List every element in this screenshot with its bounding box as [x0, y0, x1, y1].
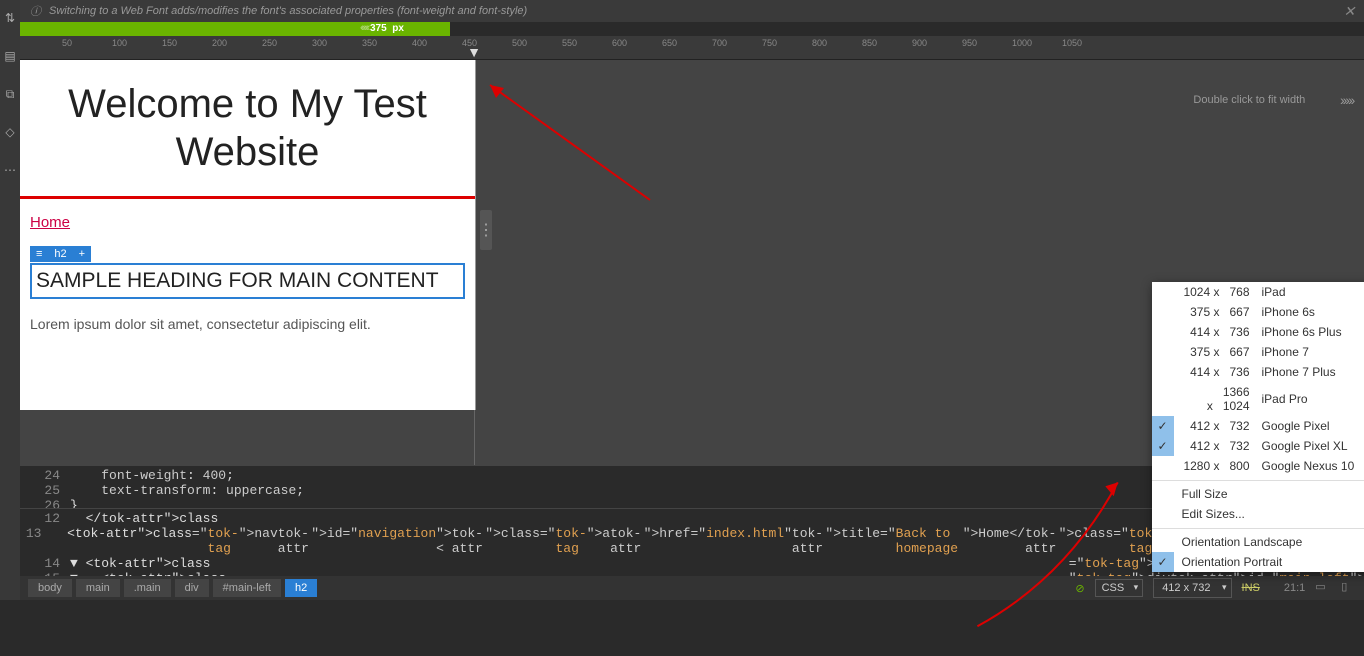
tool-icon-3[interactable]: ⧉	[0, 84, 20, 104]
divider	[20, 196, 475, 199]
ruler[interactable]: 5010015020025030035040045050055060065070…	[20, 36, 1364, 60]
breakpoint-bar[interactable]: ‹‹‹‹‹ 375 px	[20, 22, 1364, 36]
size-option[interactable]: 1024 x 768iPad	[1152, 282, 1364, 302]
home-link[interactable]: Home	[20, 214, 475, 231]
size-option[interactable]: 375 x 667iPhone 6s	[1152, 302, 1364, 322]
size-option[interactable]: 375 x 667iPhone 7	[1152, 342, 1364, 362]
size-option[interactable]: 1366 x 1024iPad Pro	[1152, 382, 1364, 416]
fit-arrows-icon[interactable]: ›››››	[1340, 92, 1353, 108]
fit-hint: Double click to fit width	[1193, 94, 1305, 106]
css-mode-dropdown[interactable]: CSS	[1095, 579, 1144, 597]
hamburger-icon[interactable]: ≡	[30, 246, 48, 262]
viewport-size-menu: 1024 x 768iPad375 x 667iPhone 6s414 x 73…	[1152, 282, 1364, 572]
info-bar: ⓘ Switching to a Web Font adds/modifies …	[20, 0, 1364, 22]
crumb-#main-left[interactable]: #main-left	[213, 579, 281, 597]
warning-icon[interactable]: INS	[1242, 582, 1260, 594]
size-option[interactable]: ✓Orientation Portrait	[1152, 552, 1364, 572]
tool-icon-2[interactable]: ▤	[0, 46, 20, 66]
check-icon[interactable]: ⊘	[1075, 582, 1084, 595]
cursor-position: 21:1	[1284, 582, 1305, 594]
plus-icon[interactable]: +	[73, 246, 91, 262]
tool-icon-1[interactable]: ⇅	[0, 8, 20, 28]
size-option[interactable]: 414 x 736iPhone 6s Plus	[1152, 322, 1364, 342]
size-option[interactable]: 414 x 736iPhone 7 Plus	[1152, 362, 1364, 382]
size-option[interactable]: ✓412 x 732Google Pixel XL	[1152, 436, 1364, 456]
tool-icon-5[interactable]: ⋯	[0, 160, 20, 180]
toolbar-icon-1[interactable]: ▭	[1315, 580, 1331, 596]
info-text: Switching to a Web Font adds/modifies th…	[49, 5, 527, 17]
selection-badges: ≡ h2 +	[30, 246, 465, 262]
page-title: Welcome to My Test Website	[20, 60, 475, 186]
bp-chevrons-icon: ‹‹‹‹‹	[360, 22, 368, 34]
size-option[interactable]: Full Size	[1152, 480, 1364, 504]
tag-breadcrumb: bodymain.maindiv#main-lefth2 ⊘ CSS 412 x…	[20, 576, 1364, 600]
breakpoint-label: 375 px	[370, 23, 404, 34]
close-icon[interactable]: ✕	[1344, 3, 1356, 20]
crumb-div[interactable]: div	[175, 579, 209, 597]
info-icon: ⓘ	[30, 3, 41, 19]
size-option[interactable]: Orientation Landscape	[1152, 528, 1364, 552]
left-toolbar: ⇅ ▤ ⧉ ◇ ⋯	[0, 0, 20, 600]
crumb-.main[interactable]: .main	[124, 579, 171, 597]
resize-grip[interactable]	[480, 210, 492, 250]
crumb-body[interactable]: body	[28, 579, 72, 597]
crumb-h2[interactable]: h2	[285, 579, 317, 597]
red-arrow-annotation	[480, 80, 660, 210]
size-option[interactable]: 1280 x 800Google Nexus 10	[1152, 456, 1364, 476]
ruler-marker-icon[interactable]: ▼	[467, 44, 481, 60]
selected-tag-badge[interactable]: h2	[48, 246, 72, 262]
toolbar-icon-2[interactable]: ▯	[1341, 580, 1357, 596]
code-area: 24 font-weight: 400;25 text-transform: u…	[20, 465, 1364, 600]
size-option[interactable]: ✓412 x 732Google Pixel	[1152, 416, 1364, 436]
tool-icon-4[interactable]: ◇	[0, 122, 20, 142]
preview-pane: Welcome to My Test Website Home ≡ h2 + S…	[20, 60, 476, 410]
crumb-main[interactable]: main	[76, 579, 120, 597]
size-option[interactable]: Edit Sizes...	[1152, 504, 1364, 524]
viewport-size-dropdown[interactable]: 412 x 732	[1153, 578, 1231, 598]
body-paragraph: Lorem ipsum dolor sit amet, consectetur …	[20, 299, 475, 335]
selected-h2[interactable]: SAMPLE HEADING FOR MAIN CONTENT	[30, 263, 465, 299]
